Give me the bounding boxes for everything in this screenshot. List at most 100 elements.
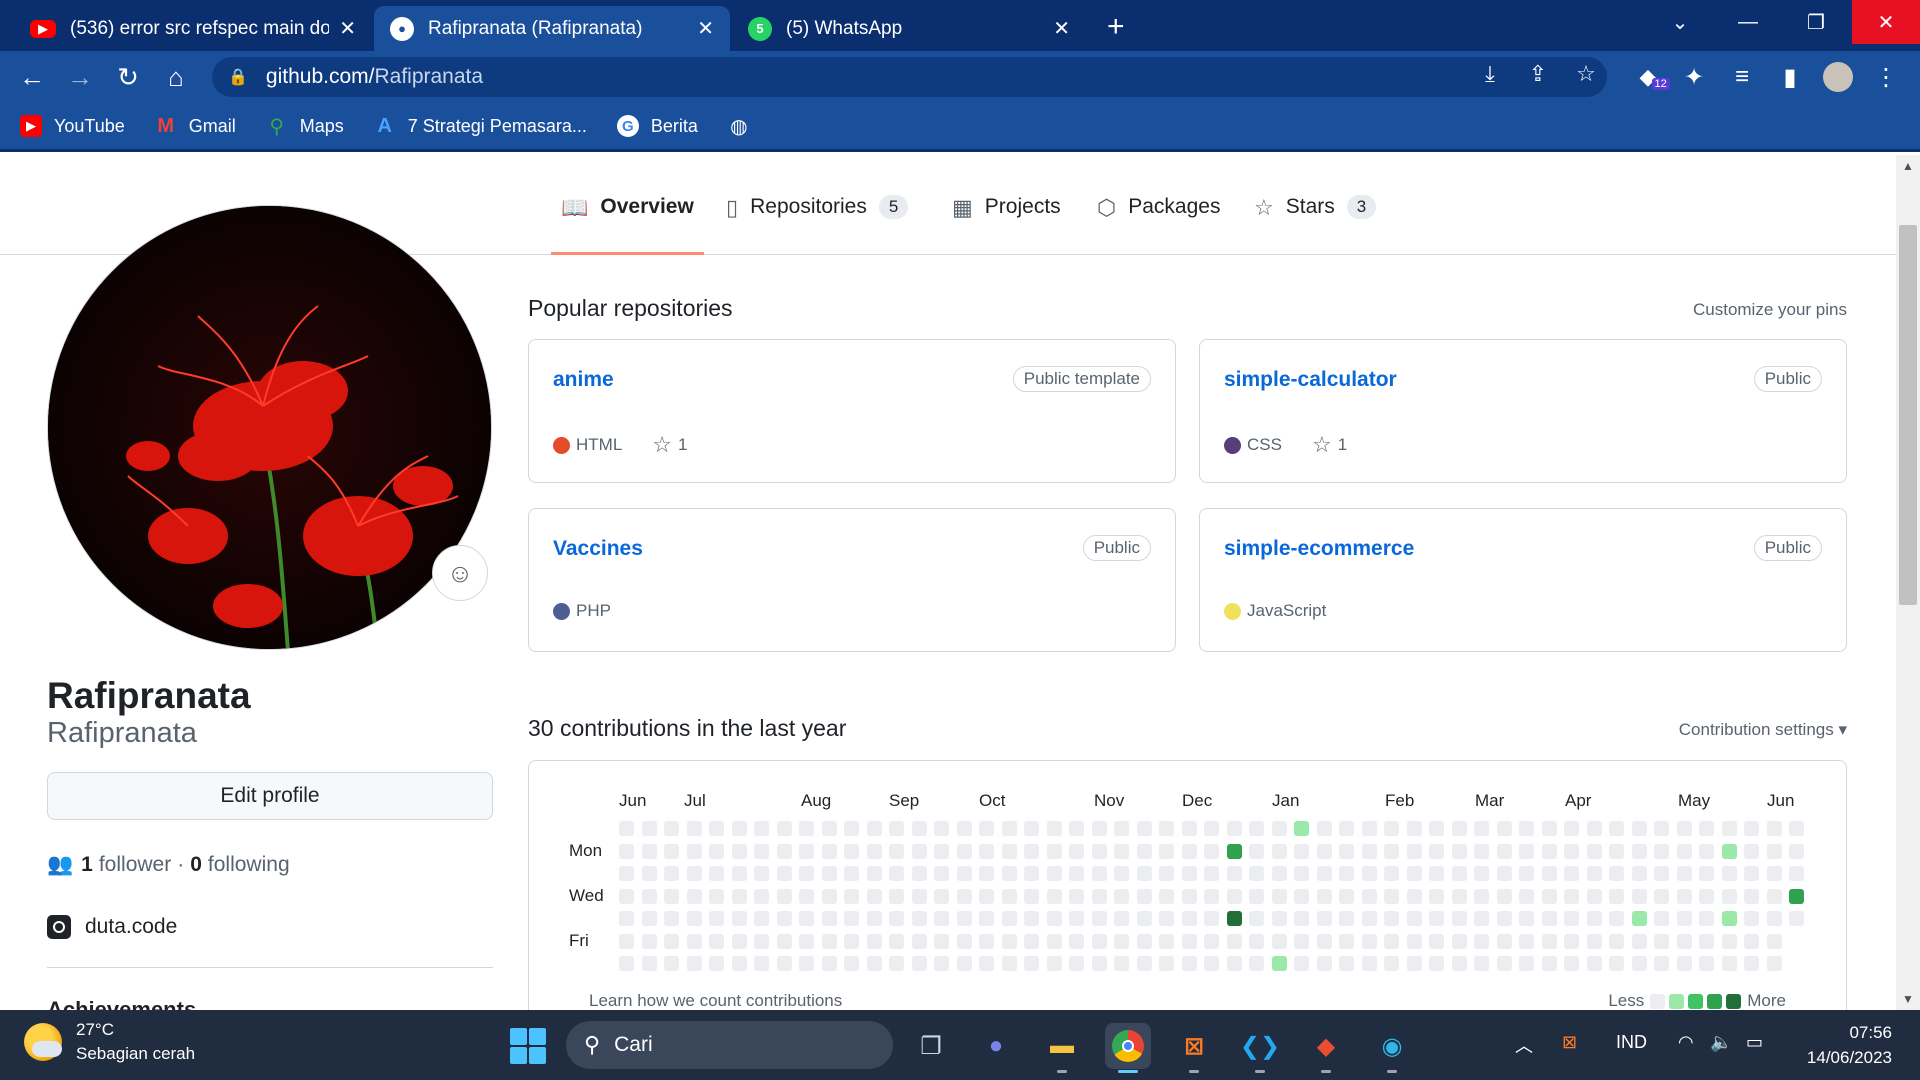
contribution-day-cell[interactable] xyxy=(1159,888,1174,904)
contribution-day-cell[interactable] xyxy=(1541,911,1557,926)
chrome-icon[interactable] xyxy=(1105,1023,1151,1073)
contribution-day-cell[interactable] xyxy=(754,821,769,836)
contribution-day-cell[interactable] xyxy=(1271,933,1287,949)
contribution-day-cell[interactable] xyxy=(1541,866,1557,881)
contribution-day-cell[interactable] xyxy=(1721,821,1737,836)
contribution-day-cell[interactable] xyxy=(1766,843,1782,859)
contribution-day-cell[interactable] xyxy=(1316,866,1332,881)
contribution-day-cell[interactable] xyxy=(956,843,972,859)
contribution-day-cell[interactable] xyxy=(1091,956,1107,971)
contribution-day-cell[interactable] xyxy=(686,956,702,971)
contribution-day-cell[interactable] xyxy=(1406,933,1422,949)
contribution-day-cell[interactable] xyxy=(1024,843,1039,859)
contribution-day-cell[interactable] xyxy=(1181,821,1197,836)
contribution-day-cell[interactable] xyxy=(1181,866,1197,881)
tab-search-icon[interactable]: ⌄ xyxy=(1646,0,1714,44)
contribution-day-cell[interactable] xyxy=(1744,888,1759,904)
page-scrollbar[interactable]: ▲ ▼ xyxy=(1896,155,1920,1010)
contribution-day-cell[interactable] xyxy=(1474,821,1489,836)
contribution-day-cell[interactable] xyxy=(979,956,994,971)
contribution-day-cell[interactable] xyxy=(754,843,769,859)
contribution-day-cell[interactable] xyxy=(1744,933,1759,949)
contribution-day-cell[interactable] xyxy=(1204,843,1219,859)
contribution-day-cell[interactable] xyxy=(641,956,657,971)
scroll-up-arrow-icon[interactable]: ▲ xyxy=(1896,159,1920,173)
contribution-day-cell[interactable] xyxy=(776,843,792,859)
contribution-day-cell[interactable] xyxy=(1676,821,1692,836)
bookmark-youtube[interactable]: ▶ YouTube xyxy=(20,115,125,137)
contribution-day-cell[interactable] xyxy=(1451,821,1467,836)
contribution-day-cell[interactable] xyxy=(1721,866,1737,881)
contribution-day-cell[interactable] xyxy=(776,956,792,971)
contribution-day-cell[interactable] xyxy=(1721,888,1737,904)
repo-link[interactable]: simple-calculator xyxy=(1224,368,1397,392)
tab-stars[interactable]: ☆ Stars 3 xyxy=(1254,195,1377,255)
contribution-day-cell[interactable] xyxy=(1676,843,1692,859)
contribution-day-cell[interactable] xyxy=(889,888,904,904)
contribution-day-cell[interactable] xyxy=(1541,888,1557,904)
contribution-day-cell[interactable] xyxy=(1609,866,1624,881)
contribution-day-cell[interactable] xyxy=(1406,866,1422,881)
start-button[interactable] xyxy=(510,1028,546,1064)
contribution-day-cell[interactable] xyxy=(911,956,927,971)
contribution-day-cell[interactable] xyxy=(866,821,882,836)
contribution-day-cell[interactable] xyxy=(1091,821,1107,836)
contribution-day-cell[interactable] xyxy=(1136,843,1152,859)
contribution-day-cell[interactable] xyxy=(956,821,972,836)
following-link[interactable]: 0 following xyxy=(190,853,289,877)
contribution-day-cell[interactable] xyxy=(709,888,724,904)
contribution-day-cell[interactable] xyxy=(844,933,859,949)
contribution-day-cell[interactable] xyxy=(664,866,679,881)
contribution-day-cell[interactable] xyxy=(821,888,837,904)
contribution-day-cell[interactable] xyxy=(1361,821,1377,836)
contribution-day-cell[interactable] xyxy=(686,843,702,859)
contribution-day-cell[interactable] xyxy=(1159,933,1174,949)
contribution-day-cell[interactable] xyxy=(1001,911,1017,926)
contribution-day-cell[interactable] xyxy=(1474,933,1489,949)
contribution-day-cell[interactable] xyxy=(1361,843,1377,859)
contribution-day-cell[interactable] xyxy=(1294,821,1309,836)
contribution-day-cell[interactable] xyxy=(1226,888,1242,904)
browser-tab-github[interactable]: ● Rafipranata (Rafipranata) ✕ xyxy=(374,6,730,51)
file-explorer-icon[interactable]: ▬ xyxy=(1039,1023,1085,1073)
set-status-button[interactable]: ☺ xyxy=(432,545,488,601)
contribution-day-cell[interactable] xyxy=(1069,888,1084,904)
contribution-day-cell[interactable] xyxy=(1339,933,1354,949)
contribution-day-cell[interactable] xyxy=(889,821,904,836)
contribution-day-cell[interactable] xyxy=(641,843,657,859)
contribution-day-cell[interactable] xyxy=(1586,911,1602,926)
contribution-day-cell[interactable] xyxy=(979,933,994,949)
contribution-day-cell[interactable] xyxy=(1631,933,1647,949)
contribution-day-cell[interactable] xyxy=(1046,933,1062,949)
contribution-day-cell[interactable] xyxy=(1766,821,1782,836)
contribution-day-cell[interactable] xyxy=(1271,911,1287,926)
contribution-day-cell[interactable] xyxy=(821,956,837,971)
contribution-day-cell[interactable] xyxy=(1271,866,1287,881)
contribution-day-cell[interactable] xyxy=(1429,888,1444,904)
contribution-day-cell[interactable] xyxy=(1496,888,1512,904)
extension-icon[interactable]: ◆ 12 xyxy=(1630,59,1670,95)
contribution-day-cell[interactable] xyxy=(731,866,747,881)
contribution-day-cell[interactable] xyxy=(799,888,814,904)
contribution-day-cell[interactable] xyxy=(1564,843,1579,859)
contribution-day-cell[interactable] xyxy=(1316,888,1332,904)
contribution-day-cell[interactable] xyxy=(1406,843,1422,859)
contribution-day-cell[interactable] xyxy=(1451,956,1467,971)
contribution-day-cell[interactable] xyxy=(1609,911,1624,926)
contribution-day-cell[interactable] xyxy=(1361,888,1377,904)
contribution-day-cell[interactable] xyxy=(1744,911,1759,926)
contribution-day-cell[interactable] xyxy=(1249,933,1264,949)
contribution-day-cell[interactable] xyxy=(1069,866,1084,881)
contribution-day-cell[interactable] xyxy=(776,933,792,949)
contribution-day-cell[interactable] xyxy=(619,956,634,971)
contribution-day-cell[interactable] xyxy=(1091,933,1107,949)
contribution-day-cell[interactable] xyxy=(731,956,747,971)
contribution-day-cell[interactable] xyxy=(1744,821,1759,836)
contribution-day-cell[interactable] xyxy=(1294,888,1309,904)
contribution-day-cell[interactable] xyxy=(1429,843,1444,859)
contribution-day-cell[interactable] xyxy=(1586,888,1602,904)
repo-link[interactable]: simple-ecommerce xyxy=(1224,537,1414,561)
contribution-day-cell[interactable] xyxy=(776,821,792,836)
contribution-day-cell[interactable] xyxy=(1496,933,1512,949)
contribution-day-cell[interactable] xyxy=(1474,956,1489,971)
